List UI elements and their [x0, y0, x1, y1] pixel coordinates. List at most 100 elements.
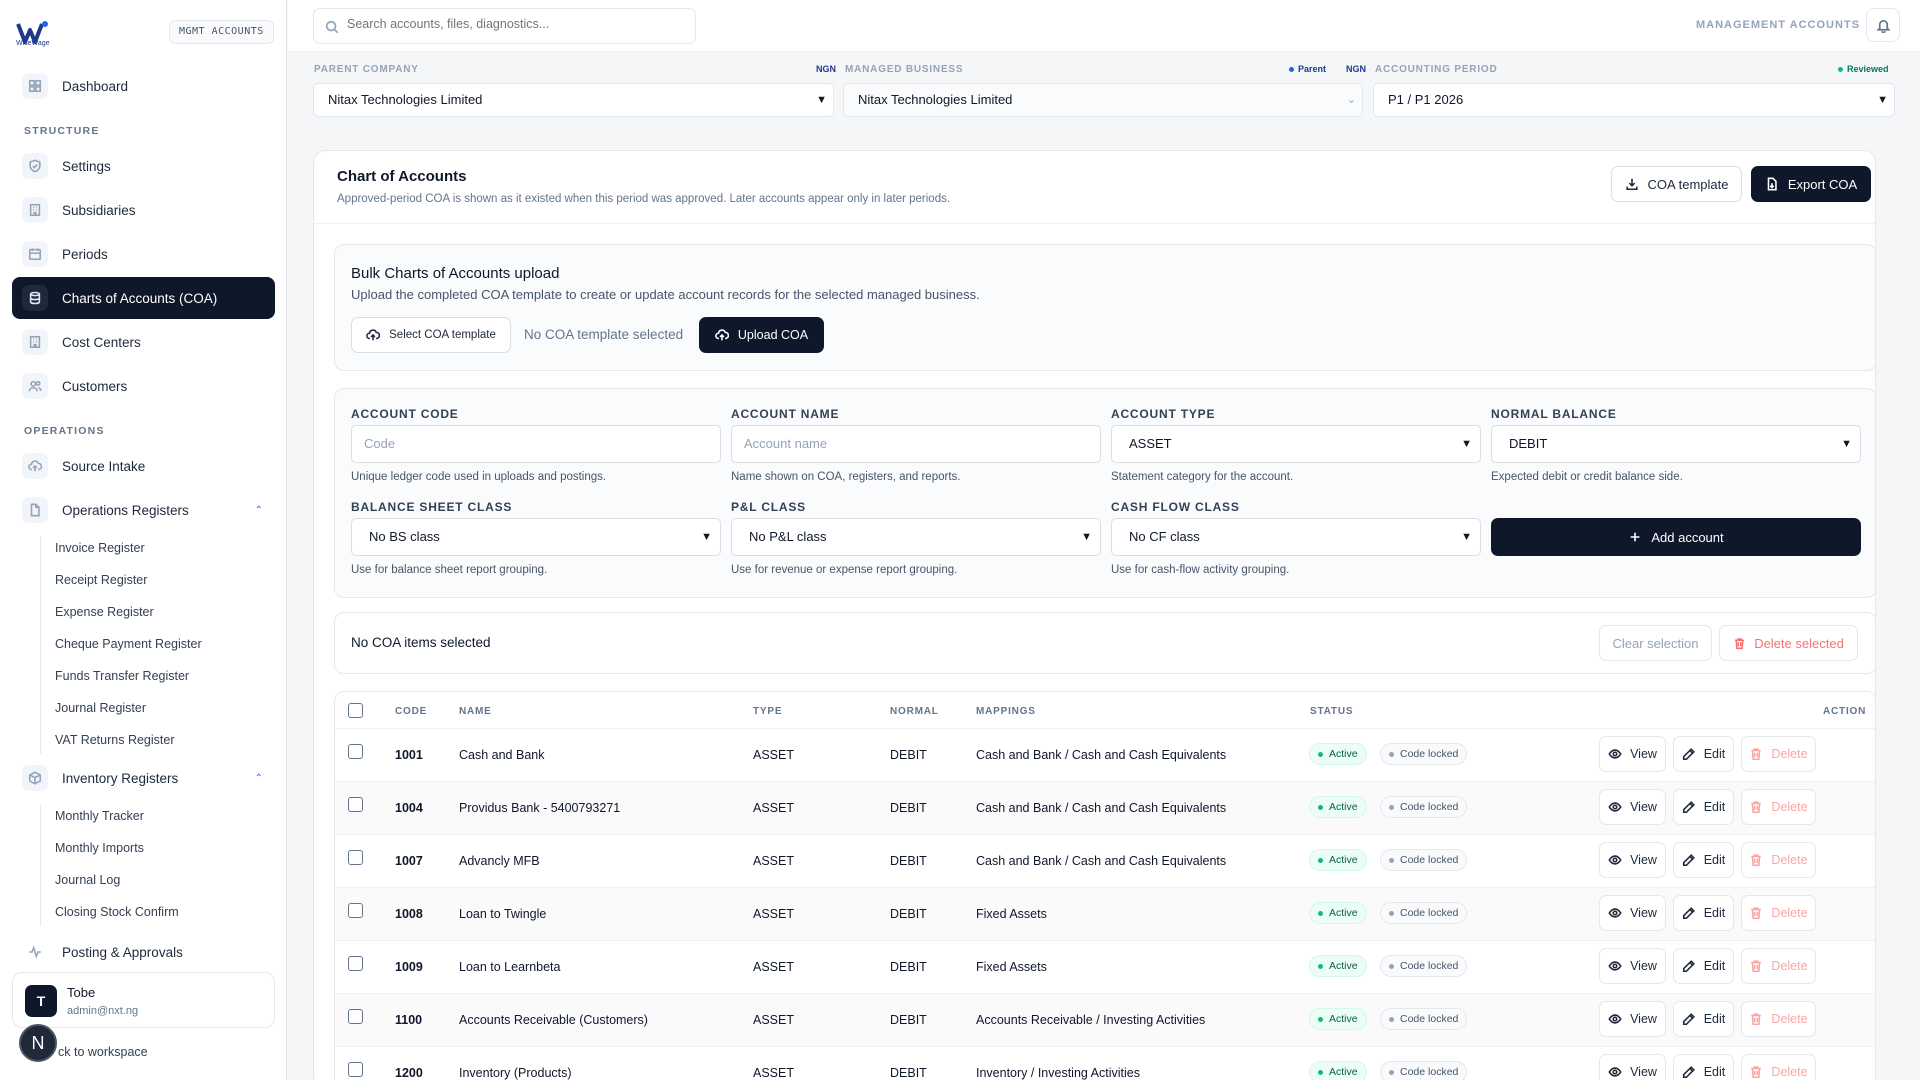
sidebar-subitem[interactable]: Closing Stock Confirm	[55, 905, 179, 919]
sidebar-subitem[interactable]: Journal Register	[55, 701, 146, 715]
delete-button[interactable]: Delete	[1741, 1054, 1816, 1080]
view-button[interactable]: View	[1599, 736, 1666, 772]
sidebar-subitem[interactable]: Funds Transfer Register	[55, 669, 189, 683]
chevron-updown-icon[interactable]: ⌃	[255, 773, 263, 784]
sidebar-item-source-intake[interactable]: Source Intake	[12, 445, 275, 487]
download-icon	[1625, 178, 1638, 191]
column-header-status[interactable]: STATUS	[1310, 706, 1353, 717]
column-header-type[interactable]: TYPE	[753, 706, 782, 717]
table-row[interactable]: 1001 Cash and Bank ASSET DEBIT Cash and Bank…	[335, 728, 1875, 781]
user-card[interactable]: T Tobe admin@nxt.ng	[12, 972, 275, 1028]
edit-button[interactable]: Edit	[1673, 842, 1734, 878]
sidebar-subitem[interactable]: VAT Returns Register	[55, 733, 175, 747]
clear-selection-button[interactable]: Clear selection	[1599, 625, 1712, 661]
account-name-help: Name shown on COA, registers, and report…	[731, 471, 961, 483]
row-checkbox[interactable]	[348, 850, 363, 865]
column-header-mappings[interactable]: MAPPINGS	[976, 706, 1036, 717]
sidebar-item-customers[interactable]: Customers	[12, 365, 275, 407]
managed-business-select[interactable]: Nitax Technologies Limited ⌄	[843, 83, 1363, 117]
sidebar-item-operations-registers[interactable]: Operations Registers ⌃	[12, 489, 275, 531]
coa-template-button[interactable]: COA template	[1611, 166, 1742, 202]
row-checkbox[interactable]	[348, 1009, 363, 1024]
delete-button[interactable]: Delete	[1741, 948, 1816, 984]
bs-class-select[interactable]: No BS class ▼	[351, 518, 721, 556]
edit-button[interactable]: Edit	[1673, 1001, 1734, 1037]
sidebar-subitem[interactable]: Receipt Register	[55, 573, 147, 587]
view-button[interactable]: View	[1599, 948, 1666, 984]
delete-button[interactable]: Delete	[1741, 895, 1816, 931]
account-code-input[interactable]: Code	[351, 425, 721, 463]
row-checkbox[interactable]	[348, 744, 363, 759]
search-input[interactable]	[347, 17, 677, 31]
export-coa-button[interactable]: Export COA	[1751, 166, 1871, 202]
chevron-updown-icon[interactable]: ⌃	[255, 505, 263, 516]
upload-coa-button[interactable]: Upload COA	[699, 317, 824, 353]
account-type-help: Statement category for the account.	[1111, 471, 1294, 483]
table-row[interactable]: 1009 Loan to Learnbeta ASSET DEBIT Fixed Ass…	[335, 940, 1875, 993]
sidebar-item-coa[interactable]: Charts of Accounts (COA)	[12, 277, 275, 319]
sidebar-item-posting[interactable]: Posting & Approvals	[12, 930, 275, 974]
sidebar-item-dashboard[interactable]: Dashboard	[12, 65, 275, 107]
column-header-name[interactable]: NAME	[459, 706, 492, 717]
view-button[interactable]: View	[1599, 1054, 1666, 1080]
sidebar-item-periods[interactable]: Periods	[12, 233, 275, 275]
view-button[interactable]: View	[1599, 895, 1666, 931]
pl-class-select[interactable]: No P&L class ▼	[731, 518, 1101, 556]
table-row[interactable]: 1008 Loan to Twingle ASSET DEBIT Fixed Asset…	[335, 887, 1875, 940]
sidebar-subitem[interactable]: Monthly Tracker	[55, 809, 144, 823]
edit-button[interactable]: Edit	[1673, 1054, 1734, 1080]
view-button[interactable]: View	[1599, 842, 1666, 878]
accounting-period-select[interactable]: P1 / P1 2026 ▼	[1373, 83, 1895, 117]
account-name-input[interactable]: Account name	[731, 425, 1101, 463]
sidebar-item-settings[interactable]: Settings	[12, 145, 275, 187]
sidebar-subitem[interactable]: Expense Register	[55, 605, 154, 619]
view-button[interactable]: View	[1599, 789, 1666, 825]
sidebar-subitem[interactable]: Monthly Imports	[55, 841, 144, 855]
sidebar-subitem[interactable]: Invoice Register	[55, 541, 145, 555]
sidebar-item-subsidiaries[interactable]: Subsidiaries	[12, 189, 275, 231]
sidebar-subitem[interactable]: Journal Log	[55, 873, 120, 887]
search-box[interactable]	[313, 8, 696, 44]
managed-parent-tag: Parent	[1289, 64, 1326, 74]
cell-code: 1008	[395, 907, 423, 921]
column-header-code[interactable]: CODE	[395, 706, 427, 717]
cell-mapping: Inventory / Investing Activities	[976, 1066, 1140, 1080]
edit-button[interactable]: Edit	[1673, 895, 1734, 931]
pencil-icon	[1682, 1013, 1695, 1026]
table-row[interactable]: 1004 Providus Bank - 5400793271 ASSET DEBIT…	[335, 781, 1875, 834]
row-checkbox[interactable]	[348, 956, 363, 971]
sidebar-item-inventory-registers[interactable]: Inventory Registers ⌃	[12, 757, 275, 799]
table-row[interactable]: 1100 Accounts Receivable (Customers) ASSET…	[335, 993, 1875, 1046]
parent-company-select[interactable]: Nitax Technologies Limited ▼	[313, 83, 834, 117]
add-account-button[interactable]: Add account	[1491, 518, 1861, 556]
sidebar-item-cost-centers[interactable]: Cost Centers	[12, 321, 275, 363]
bulk-upload-title: Bulk Charts of Accounts upload	[351, 265, 560, 282]
row-checkbox[interactable]	[348, 1062, 363, 1077]
notifications-button[interactable]	[1866, 8, 1900, 42]
n-badge[interactable]: N	[19, 1024, 57, 1062]
table-row[interactable]: 1200 Inventory (Products) ASSET DEBIT Invent…	[335, 1046, 1875, 1080]
account-type-select[interactable]: ASSET ▼	[1111, 425, 1481, 463]
view-button[interactable]: View	[1599, 1001, 1666, 1037]
table-row[interactable]: 1007 Advancly MFB ASSET DEBIT Cash and Bank …	[335, 834, 1875, 887]
cf-class-select[interactable]: No CF class ▼	[1111, 518, 1481, 556]
column-header-normal[interactable]: NORMAL	[890, 706, 939, 717]
delete-button[interactable]: Delete	[1741, 736, 1816, 772]
delete-selected-button[interactable]: Delete selected	[1719, 625, 1858, 661]
normal-balance-select[interactable]: DEBIT ▼	[1491, 425, 1861, 463]
edit-button-label: Edit	[1703, 800, 1726, 814]
row-checkbox[interactable]	[348, 903, 363, 918]
delete-button[interactable]: Delete	[1741, 1001, 1816, 1037]
sidebar-subitem[interactable]: Cheque Payment Register	[55, 637, 202, 651]
delete-button[interactable]: Delete	[1741, 842, 1816, 878]
select-coa-template-button[interactable]: Select COA template	[351, 317, 511, 353]
edit-button[interactable]: Edit	[1673, 736, 1734, 772]
row-checkbox[interactable]	[348, 797, 363, 812]
select-all-checkbox[interactable]	[348, 703, 363, 718]
back-to-workspace-link[interactable]: ck to workspace	[58, 1045, 148, 1059]
edit-button[interactable]: Edit	[1673, 948, 1734, 984]
delete-button[interactable]: Delete	[1741, 789, 1816, 825]
clear-selection-label: Clear selection	[1612, 635, 1699, 651]
building-icon	[22, 329, 48, 355]
edit-button[interactable]: Edit	[1673, 789, 1734, 825]
